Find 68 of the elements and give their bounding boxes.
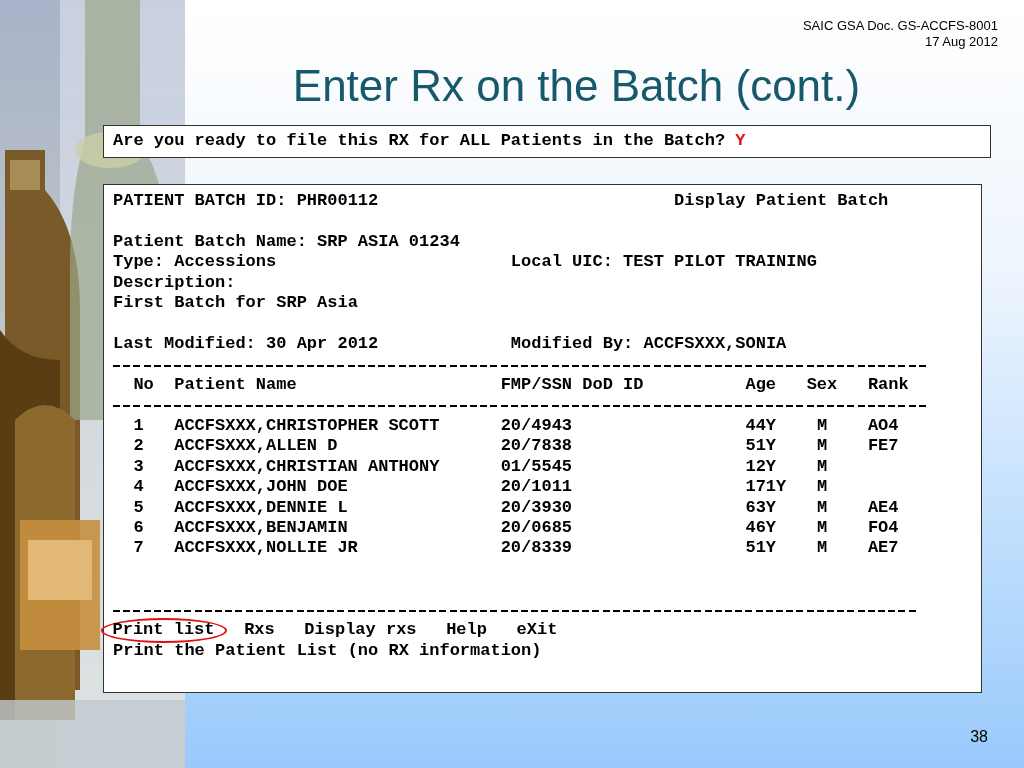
table-cell: M xyxy=(816,436,828,456)
table-cell: FE7 xyxy=(867,436,899,456)
table-cell: 5 xyxy=(133,497,144,517)
page-number: 38 xyxy=(970,728,988,746)
table-cell: ACCFSXXX,NOLLIE JR xyxy=(174,538,358,558)
table-cell: M xyxy=(816,456,828,476)
menu-help-text: Print the Patient List (no RX information) xyxy=(113,640,542,662)
table-cell: ACCFSXXX,CHRISTOPHER SCOTT xyxy=(174,415,440,435)
table-cell: AE7 xyxy=(867,538,899,558)
table-cell: ACCFSXXX,ALLEN D xyxy=(174,436,338,456)
menu-option[interactable]: eXit xyxy=(504,617,570,643)
table-cell: 20/4943 xyxy=(500,415,573,435)
prompt-question: Are you ready to file this RX for ALL Patients in the Batch? xyxy=(113,131,726,150)
column-header: DoD ID xyxy=(582,374,644,394)
batch-id: PATIENT BATCH ID: PHR00112 xyxy=(113,191,380,212)
screen-name: Display Patient Batch xyxy=(674,191,889,212)
table-cell: 20/3930 xyxy=(500,497,573,517)
description-label: Description: xyxy=(113,272,236,294)
column-header: FMP/SSN xyxy=(500,374,573,394)
table-cell: AO4 xyxy=(867,415,899,435)
modified-by: Modified By: ACCFSXXX,SONIA xyxy=(510,334,787,355)
table-cell: 20/1011 xyxy=(500,477,573,497)
table-cell: 44Y xyxy=(745,415,777,435)
batch-type: Type: Accessions xyxy=(113,252,278,273)
table-cell: ACCFSXXX,DENNIE L xyxy=(174,497,348,517)
menu-option[interactable]: Help xyxy=(434,617,499,643)
table-cell: M xyxy=(816,477,828,497)
column-header: Age xyxy=(745,374,777,394)
column-header: No xyxy=(133,374,154,394)
table-cell: ACCFSXXX,CHRISTIAN ANTHONY xyxy=(174,456,440,476)
table-cell: 01/5545 xyxy=(500,456,573,476)
table-cell: 12Y xyxy=(745,456,777,476)
document-id: SAIC GSA Doc. GS-ACCFS-8001 xyxy=(802,18,998,34)
table-cell: 51Y xyxy=(745,538,777,558)
table-cell: M xyxy=(816,518,828,537)
table-cell: 4 xyxy=(133,477,144,497)
table-cell: 6 xyxy=(133,518,144,537)
menu-option[interactable]: Rxs xyxy=(232,617,287,643)
table-cell: 63Y xyxy=(745,497,777,517)
last-modified: Last Modified: 30 Apr 2012 xyxy=(113,334,380,355)
table-cell: M xyxy=(816,497,828,517)
table-cell: 20/0685 xyxy=(500,518,573,537)
table-cell: 51Y xyxy=(745,436,777,456)
column-header: Rank xyxy=(867,374,909,394)
table-cell: 2 xyxy=(133,436,144,456)
table-cell: 3 xyxy=(133,456,144,476)
menu-option[interactable]: Print list xyxy=(100,617,227,643)
menu-option[interactable]: Display rxs xyxy=(292,617,429,643)
document-date: 17 Aug 2012 xyxy=(924,34,998,50)
table-cell: 20/8339 xyxy=(500,538,573,558)
batch-name: Patient Batch Name: SRP ASIA 01234 xyxy=(113,231,460,253)
table-cell: ACCFSXXX,BENJAMIN xyxy=(174,518,348,537)
table-cell: 46Y xyxy=(745,518,777,537)
table-cell: 7 xyxy=(133,538,144,558)
table-cell: AE4 xyxy=(867,497,899,517)
table-cell: M xyxy=(816,415,828,435)
table-cell: 20/7838 xyxy=(500,436,573,456)
table-cell: FO4 xyxy=(867,518,899,537)
table-cell: M xyxy=(816,538,828,558)
slide-title: Enter Rx on the Batch (cont.) xyxy=(291,60,862,112)
table-cell: 171Y xyxy=(745,477,787,497)
table-cell: ACCFSXXX,JOHN DOE xyxy=(174,477,348,497)
local-uic: Local UIC: TEST PILOT TRAINING xyxy=(510,252,817,273)
table-cell: 1 xyxy=(133,415,144,435)
prompt-answer: Y xyxy=(735,131,746,150)
description-text: First Batch for SRP Asia xyxy=(113,293,358,314)
column-header: Sex xyxy=(806,374,838,394)
column-header: Patient Name xyxy=(174,374,297,394)
